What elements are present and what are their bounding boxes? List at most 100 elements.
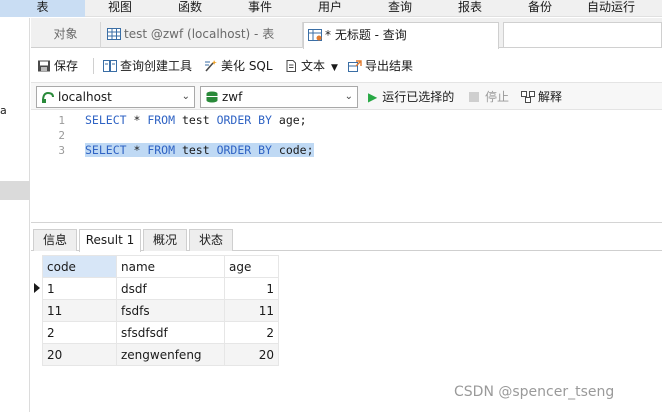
query-builder-button[interactable]: 查询创建工具 xyxy=(103,56,192,76)
result-tab-strip: 信息 Result 1 概况 状态 xyxy=(31,227,662,252)
toolbar-divider xyxy=(93,58,94,74)
grid-cell[interactable]: dsdf xyxy=(116,277,225,300)
beautify-sql-button[interactable]: 美化 SQL xyxy=(204,56,273,76)
menu-automation[interactable]: 自动运行 xyxy=(576,0,646,17)
sql-editor[interactable]: 1 2 3 SELECT * FROM test ORDER BY age; S… xyxy=(31,111,662,222)
sql-token: test xyxy=(175,143,217,157)
chevron-down-icon: ⌄ xyxy=(344,91,353,102)
sql-keyword: ORDER BY xyxy=(216,143,272,157)
sql-token: test xyxy=(175,113,217,127)
grid-cell[interactable]: 1 xyxy=(42,277,117,300)
server-select-value: localhost xyxy=(58,90,112,104)
tab-profile[interactable]: 概况 xyxy=(143,229,187,251)
column-header-name[interactable]: name xyxy=(116,255,225,278)
query-builder-label: 查询创建工具 xyxy=(120,59,193,73)
export-results-button[interactable]: 导出结果 xyxy=(348,56,413,76)
tab-message[interactable]: 信息 xyxy=(33,229,77,251)
table-row[interactable]: 11 fsdfs 11 xyxy=(42,299,279,322)
sql-token: * xyxy=(126,113,148,127)
menu-query[interactable]: 查询 xyxy=(366,0,434,17)
grid-cell[interactable]: 20 xyxy=(42,343,117,366)
table-row[interactable]: 1 dsdf 1 xyxy=(42,277,279,300)
query-table-icon xyxy=(308,29,322,41)
grid-cell[interactable]: 2 xyxy=(42,321,117,344)
grid-cell[interactable]: zengwenfeng xyxy=(116,343,225,366)
grid-cell[interactable]: sfsdfsdf xyxy=(116,321,225,344)
server-select[interactable]: localhost ⌄ xyxy=(36,86,195,108)
line-number: 2 xyxy=(58,129,65,142)
menu-view[interactable]: 视图 xyxy=(86,0,154,17)
menu-table[interactable]: 表 xyxy=(0,0,85,17)
tab-objects[interactable]: 对象 xyxy=(31,22,101,48)
menu-report[interactable]: 报表 xyxy=(436,0,504,17)
tab-strip-blank-area xyxy=(503,22,662,48)
column-header-code[interactable]: code xyxy=(42,255,117,278)
tab-untitled-query[interactable]: * 无标题 - 查询 xyxy=(303,22,499,49)
grid-cell[interactable]: 11 xyxy=(224,299,279,322)
save-button[interactable]: 保存 xyxy=(37,56,78,76)
result-grid: code name age 1 dsdf 1 11 fsdfs 11 2 sfs… xyxy=(42,255,279,366)
menu-user[interactable]: 用户 xyxy=(296,0,364,17)
column-header-age[interactable]: age xyxy=(224,255,279,278)
current-row-arrow-icon xyxy=(34,283,40,293)
run-selected-label: 运行已选择的 xyxy=(382,90,455,104)
table-row[interactable]: 20 zengwenfeng 20 xyxy=(42,343,279,366)
tab-table-test[interactable]: test @zwf (localhost) - 表 xyxy=(103,22,303,48)
sql-token: age; xyxy=(271,113,307,127)
document-icon xyxy=(286,60,296,72)
explain-icon xyxy=(521,91,535,103)
tab-table-label: test @zwf (localhost) - 表 xyxy=(124,27,275,41)
grid-header-row: code name age xyxy=(42,255,279,278)
document-tab-strip: 对象 test @zwf (localhost) - 表 * 无标题 - 查询 xyxy=(31,18,662,49)
grid-cell[interactable]: fsdfs xyxy=(116,299,225,322)
run-selected-button[interactable]: ▶ 运行已选择的 xyxy=(368,87,454,107)
sql-token: code; xyxy=(271,143,314,157)
sql-keyword: FROM xyxy=(147,113,176,127)
export-results-label: 导出结果 xyxy=(365,59,414,73)
tab-result-1[interactable]: Result 1 xyxy=(79,229,141,252)
stop-button[interactable]: 停止 xyxy=(469,87,509,107)
tab-query-label: * 无标题 - 查询 xyxy=(325,28,407,42)
menu-backup[interactable]: 备份 xyxy=(506,0,574,17)
sql-token: * xyxy=(126,143,148,157)
query-toolbar: 保存 查询创建工具 美化 SQL 文本 ▼ 导出结果 xyxy=(31,52,662,80)
sql-keyword: SELECT xyxy=(85,143,127,157)
code-line-3-selected: SELECT * FROM test ORDER BY code; xyxy=(85,143,314,157)
query-builder-icon xyxy=(103,60,117,72)
sql-keyword: FROM xyxy=(147,143,176,157)
table-row[interactable]: 2 sfsdfsdf 2 xyxy=(42,321,279,344)
grid-cell[interactable]: 1 xyxy=(224,277,279,300)
grid-cell[interactable]: 20 xyxy=(224,343,279,366)
server-connection-icon xyxy=(42,91,54,103)
text-mode-label: 文本 xyxy=(301,59,326,73)
grid-cell[interactable]: 2 xyxy=(224,321,279,344)
explain-button[interactable]: 解释 xyxy=(521,87,562,107)
play-icon: ▶ xyxy=(368,90,378,104)
database-icon xyxy=(206,91,218,103)
table-icon xyxy=(107,28,121,40)
explain-label: 解释 xyxy=(538,90,563,104)
chevron-down-icon: ⌄ xyxy=(181,91,190,102)
export-icon xyxy=(348,60,362,72)
tab-status[interactable]: 状态 xyxy=(189,229,233,251)
text-mode-dropdown[interactable]: 文本 ▼ xyxy=(284,56,338,76)
sql-keyword: ORDER BY xyxy=(216,113,272,127)
database-select-value: zwf xyxy=(222,90,243,104)
menu-event[interactable]: 事件 xyxy=(226,0,294,17)
save-label: 保存 xyxy=(54,59,79,73)
line-number-gutter: 1 2 3 xyxy=(31,111,69,222)
stop-label: 停止 xyxy=(485,90,510,104)
navigator-panel: a xyxy=(0,18,30,412)
watermark: CSDN @spencer_tseng xyxy=(454,384,615,400)
grid-cell[interactable]: 11 xyxy=(42,299,117,322)
beautify-wand-icon xyxy=(205,60,217,72)
database-select[interactable]: zwf ⌄ xyxy=(200,86,358,108)
line-number: 3 xyxy=(58,144,65,157)
sql-keyword: SELECT xyxy=(85,113,127,127)
caret-down-icon: ▼ xyxy=(331,63,338,73)
code-line-1: SELECT * FROM test ORDER BY age; xyxy=(85,113,307,127)
line-number: 1 xyxy=(58,114,65,127)
navigator-text-fragment: a xyxy=(0,104,7,117)
menu-function[interactable]: 函数 xyxy=(156,0,224,17)
navigator-selected-item[interactable] xyxy=(0,181,30,200)
